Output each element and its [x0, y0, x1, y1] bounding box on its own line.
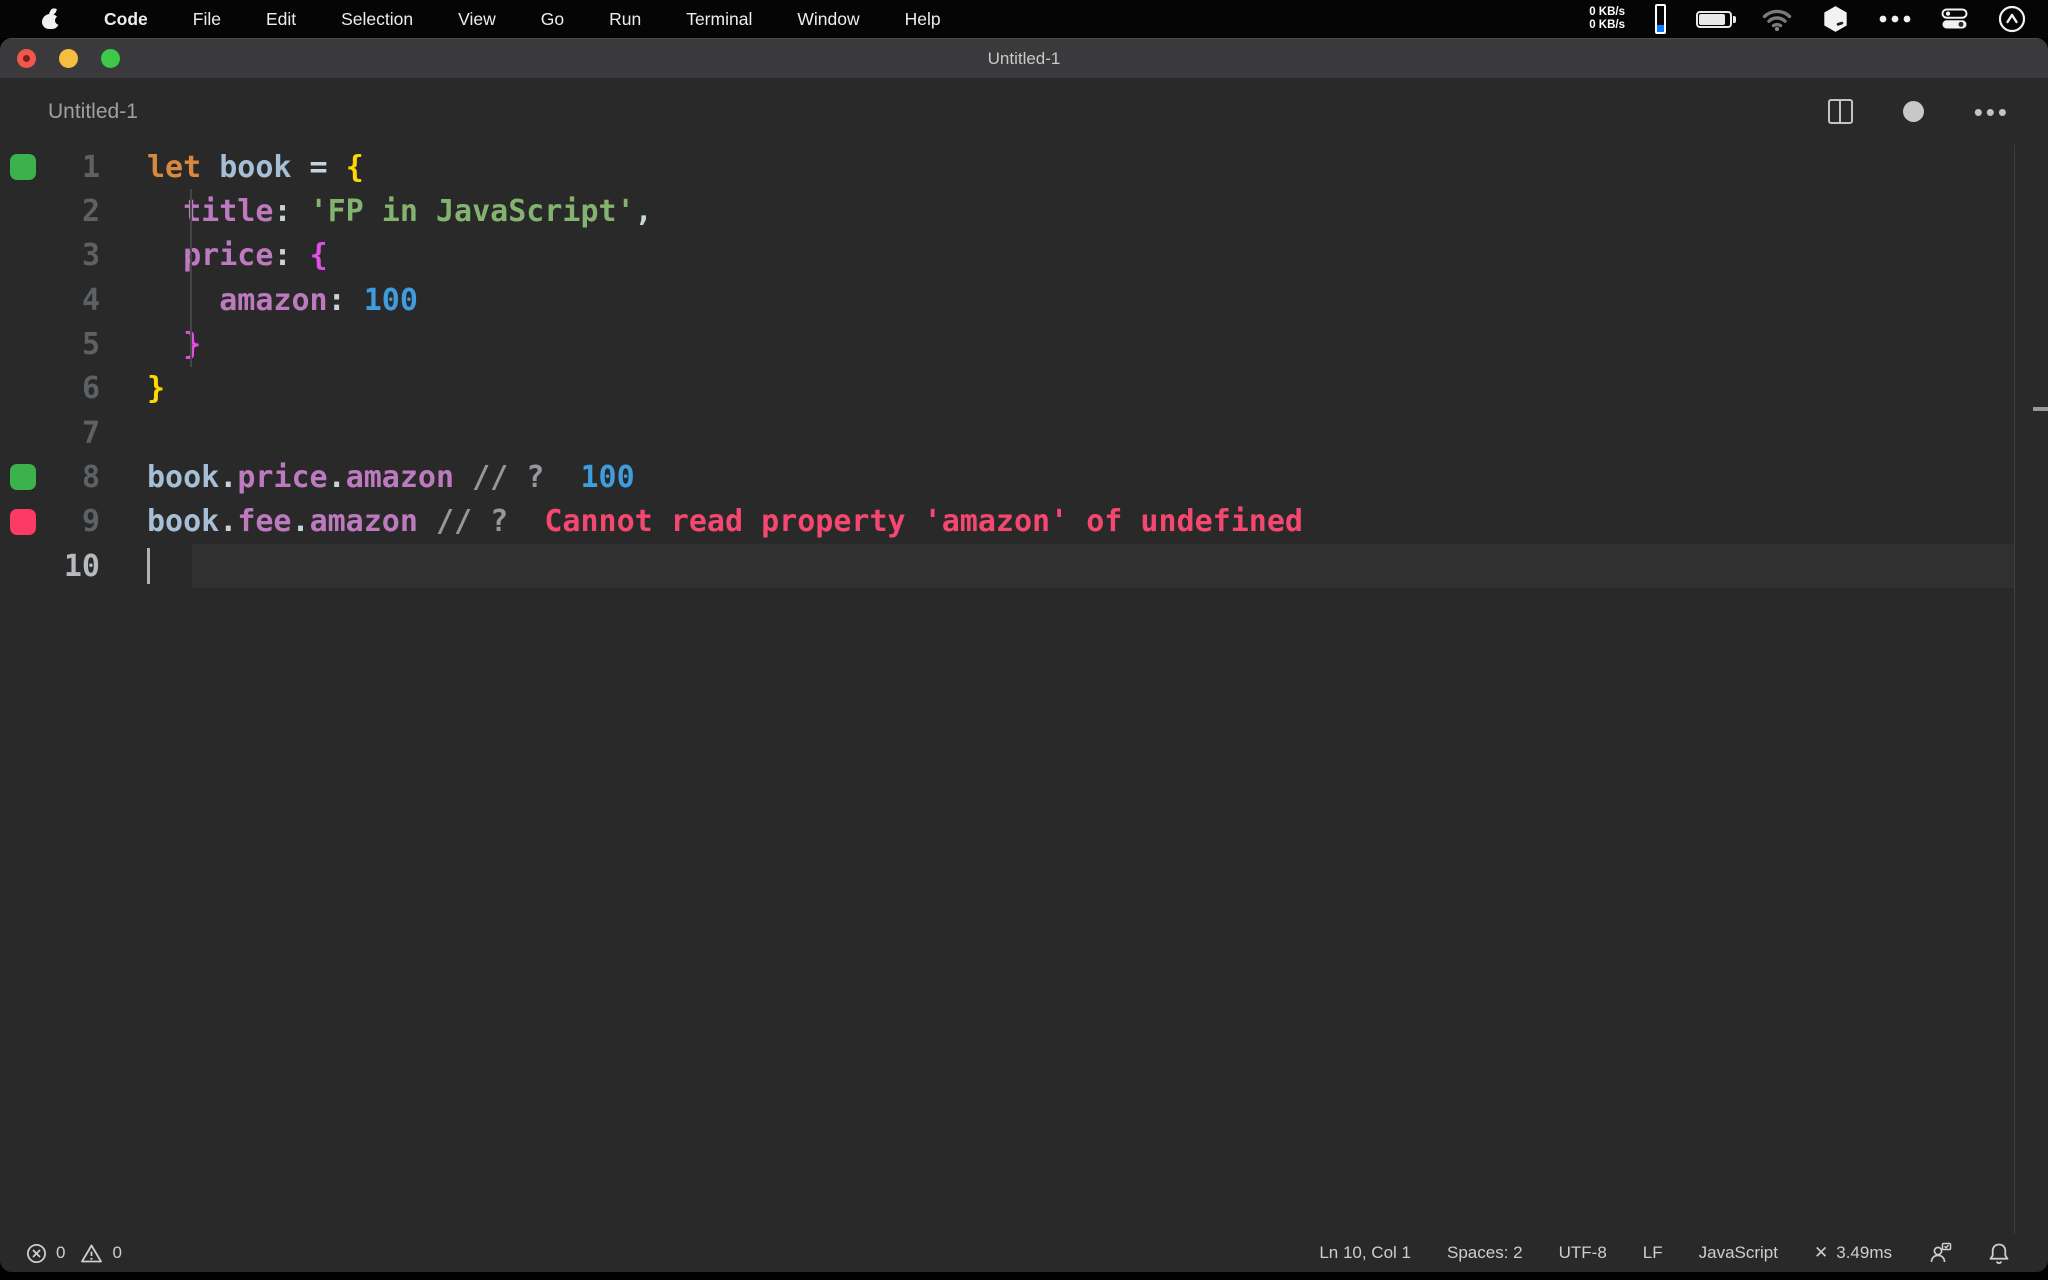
network-up-speed: 0 KB/s: [1589, 6, 1625, 19]
window-title-bar[interactable]: Untitled-1: [0, 38, 2048, 78]
vscode-window: Untitled-1 Untitled-1 ••• 1let book = {2…: [0, 38, 2048, 1272]
code-text: }: [100, 327, 201, 362]
line-number: 9: [0, 504, 100, 539]
line-number: 6: [0, 371, 100, 406]
apple-menu-icon[interactable]: [42, 9, 59, 29]
quokka-run-time: 3.49ms: [1836, 1243, 1892, 1263]
menu-item-go[interactable]: Go: [541, 9, 564, 30]
clock-widget-icon[interactable]: [1998, 5, 2026, 33]
problems-indicator[interactable]: 0 0: [0, 1243, 122, 1264]
encoding-setting[interactable]: UTF-8: [1559, 1243, 1607, 1263]
quokka-status[interactable]: ✕ 3.49ms: [1814, 1243, 1892, 1263]
status-bar: 0 0 Ln 10, Col 1 Spaces: 2 UTF-8 LF Java…: [0, 1234, 2048, 1272]
code-text: book.fee.amazon // ? Cannot read propert…: [100, 504, 1303, 539]
overview-ruler-marker: [2033, 407, 2048, 411]
unsaved-indicator-icon[interactable]: [1903, 101, 1924, 122]
menu-item-view[interactable]: View: [458, 9, 496, 30]
code-text: book.price.amazon // ? 100: [100, 460, 635, 495]
code-text: price: {: [100, 238, 328, 273]
indentation-setting[interactable]: Spaces: 2: [1447, 1243, 1523, 1263]
language-mode[interactable]: JavaScript: [1699, 1243, 1778, 1263]
notifications-bell-icon[interactable]: [1988, 1242, 2010, 1265]
line-number: 7: [0, 416, 100, 451]
code-line-1[interactable]: 1let book = {: [0, 145, 2048, 189]
macos-menu-bar: Code File Edit Selection View Go Run Terminal W…: [0, 0, 2048, 38]
cursor-position[interactable]: Ln 10, Col 1: [1319, 1243, 1411, 1263]
line-number: 3: [0, 238, 100, 273]
network-down-speed: 0 KB/s: [1589, 19, 1625, 32]
code-text: title: 'FP in JavaScript',: [100, 194, 653, 229]
menu-item-run[interactable]: Run: [609, 9, 641, 30]
line-number: 1: [0, 150, 100, 185]
warning-count: 0: [112, 1243, 121, 1263]
battery-icon[interactable]: [1696, 11, 1732, 28]
bandwidth-meter-icon[interactable]: [1655, 4, 1666, 34]
indent-guide: [190, 189, 192, 366]
menubar-ellipsis-icon[interactable]: [1879, 15, 1911, 23]
code-line-9[interactable]: 9book.fee.amazon // ? Cannot read proper…: [0, 500, 2048, 544]
menu-item-help[interactable]: Help: [905, 9, 941, 30]
line-number: 10: [0, 549, 100, 584]
menu-item-window[interactable]: Window: [797, 9, 859, 30]
eol-setting[interactable]: LF: [1643, 1243, 1663, 1263]
code-text: amazon: 100: [100, 283, 418, 318]
error-count: 0: [56, 1243, 65, 1263]
current-line-highlight: [192, 544, 2014, 588]
code-text: let book = {: [100, 150, 364, 185]
split-editor-icon[interactable]: [1828, 99, 1853, 124]
menu-app-code[interactable]: Code: [104, 9, 148, 30]
menu-item-edit[interactable]: Edit: [266, 9, 296, 30]
code-line-2[interactable]: 2 title: 'FP in JavaScript',: [0, 189, 2048, 233]
code-line-5[interactable]: 5 }: [0, 322, 2048, 366]
window-title: Untitled-1: [0, 49, 2048, 69]
cube-app-icon[interactable]: [1822, 5, 1849, 33]
code-editor[interactable]: 1let book = {2 title: 'FP in JavaScript'…: [0, 145, 2048, 1234]
menu-item-selection[interactable]: Selection: [341, 9, 413, 30]
code-line-7[interactable]: 7: [0, 411, 2048, 455]
line-number: 8: [0, 460, 100, 495]
tab-untitled-1[interactable]: Untitled-1: [0, 100, 138, 124]
control-center-icon[interactable]: [1941, 8, 1968, 30]
wifi-icon[interactable]: [1762, 8, 1792, 31]
editor-tab-bar: Untitled-1 •••: [0, 78, 2048, 145]
code-text: }: [100, 371, 165, 406]
code-line-4[interactable]: 4 amazon: 100: [0, 278, 2048, 322]
code-line-10[interactable]: 10: [0, 544, 2048, 588]
code-line-3[interactable]: 3 price: {: [0, 234, 2048, 278]
network-speed-indicator[interactable]: 0 KB/s 0 KB/s: [1589, 6, 1625, 32]
scrollbar-gutter-divider: [2014, 145, 2015, 1234]
error-icon: [26, 1243, 47, 1264]
menu-item-terminal[interactable]: Terminal: [686, 9, 752, 30]
editor-more-actions-icon[interactable]: •••: [1974, 107, 2010, 117]
code-line-8[interactable]: 8book.price.amazon // ? 100: [0, 455, 2048, 499]
line-number: 5: [0, 327, 100, 362]
menu-item-file[interactable]: File: [193, 9, 221, 30]
warning-icon: [80, 1243, 103, 1264]
code-line-6[interactable]: 6}: [0, 367, 2048, 411]
text-cursor: [147, 548, 150, 584]
quokka-x-icon: ✕: [1814, 1243, 1828, 1263]
line-number: 2: [0, 194, 100, 229]
feedback-icon[interactable]: [1928, 1242, 1952, 1264]
line-number: 4: [0, 283, 100, 318]
